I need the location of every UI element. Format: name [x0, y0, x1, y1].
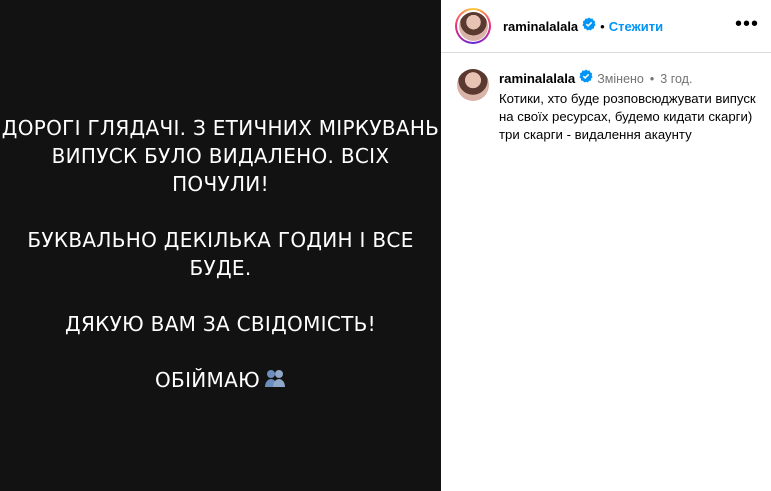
story-line-4: ДЯКУЮ ВАМ ЗА СВІДОМІСТЬ! [65, 311, 376, 336]
comment-time[interactable]: 3 год. [660, 70, 692, 88]
comment-text: Котики, хто буде розповсюджувати випуск … [499, 91, 756, 142]
header-username[interactable]: raminalalala [503, 19, 578, 34]
post-media: ДОРОГІ ГЛЯДАЧІ. З ЕТИЧНИХ МІРКУВАНЬ ВИПУС… [0, 0, 441, 491]
comment-avatar[interactable] [457, 69, 489, 101]
follow-button[interactable]: Стежити [609, 19, 663, 34]
story-line-5: ОБІЙМАЮ [155, 367, 260, 392]
post-sidebar: raminalalala • Стежити ••• raminalalala … [441, 0, 771, 491]
more-options-icon[interactable]: ••• [735, 14, 759, 34]
story-line-2: ВИПУСК БУЛО ВИДАЛЕНО. ВСІХ ПОЧУЛИ! [51, 143, 390, 196]
caption-comment: raminalalala Змінено • 3 год. Котики, хт… [441, 53, 771, 144]
verified-badge-icon [579, 69, 593, 88]
story-text: ДОРОГІ ГЛЯДАЧІ. З ЕТИЧНИХ МІРКУВАНЬ ВИПУС… [0, 96, 441, 396]
avatar[interactable] [455, 8, 491, 44]
story-line-1: ДОРОГІ ГЛЯДАЧІ. З ЕТИЧНИХ МІРКУВАНЬ [1, 115, 440, 140]
people-hugging-icon [264, 367, 286, 395]
comment-separator: • [649, 71, 655, 86]
story-line-3: БУКВАЛЬНО ДЕКІЛЬКА ГОДИН І ВСЕ БУДЕ. [27, 227, 414, 280]
edited-label: Змінено [597, 71, 644, 86]
header-separator: • [600, 18, 605, 34]
verified-badge-icon [582, 17, 596, 36]
post-header: raminalalala • Стежити ••• [441, 0, 771, 53]
comment-username[interactable]: raminalalala [499, 70, 575, 88]
